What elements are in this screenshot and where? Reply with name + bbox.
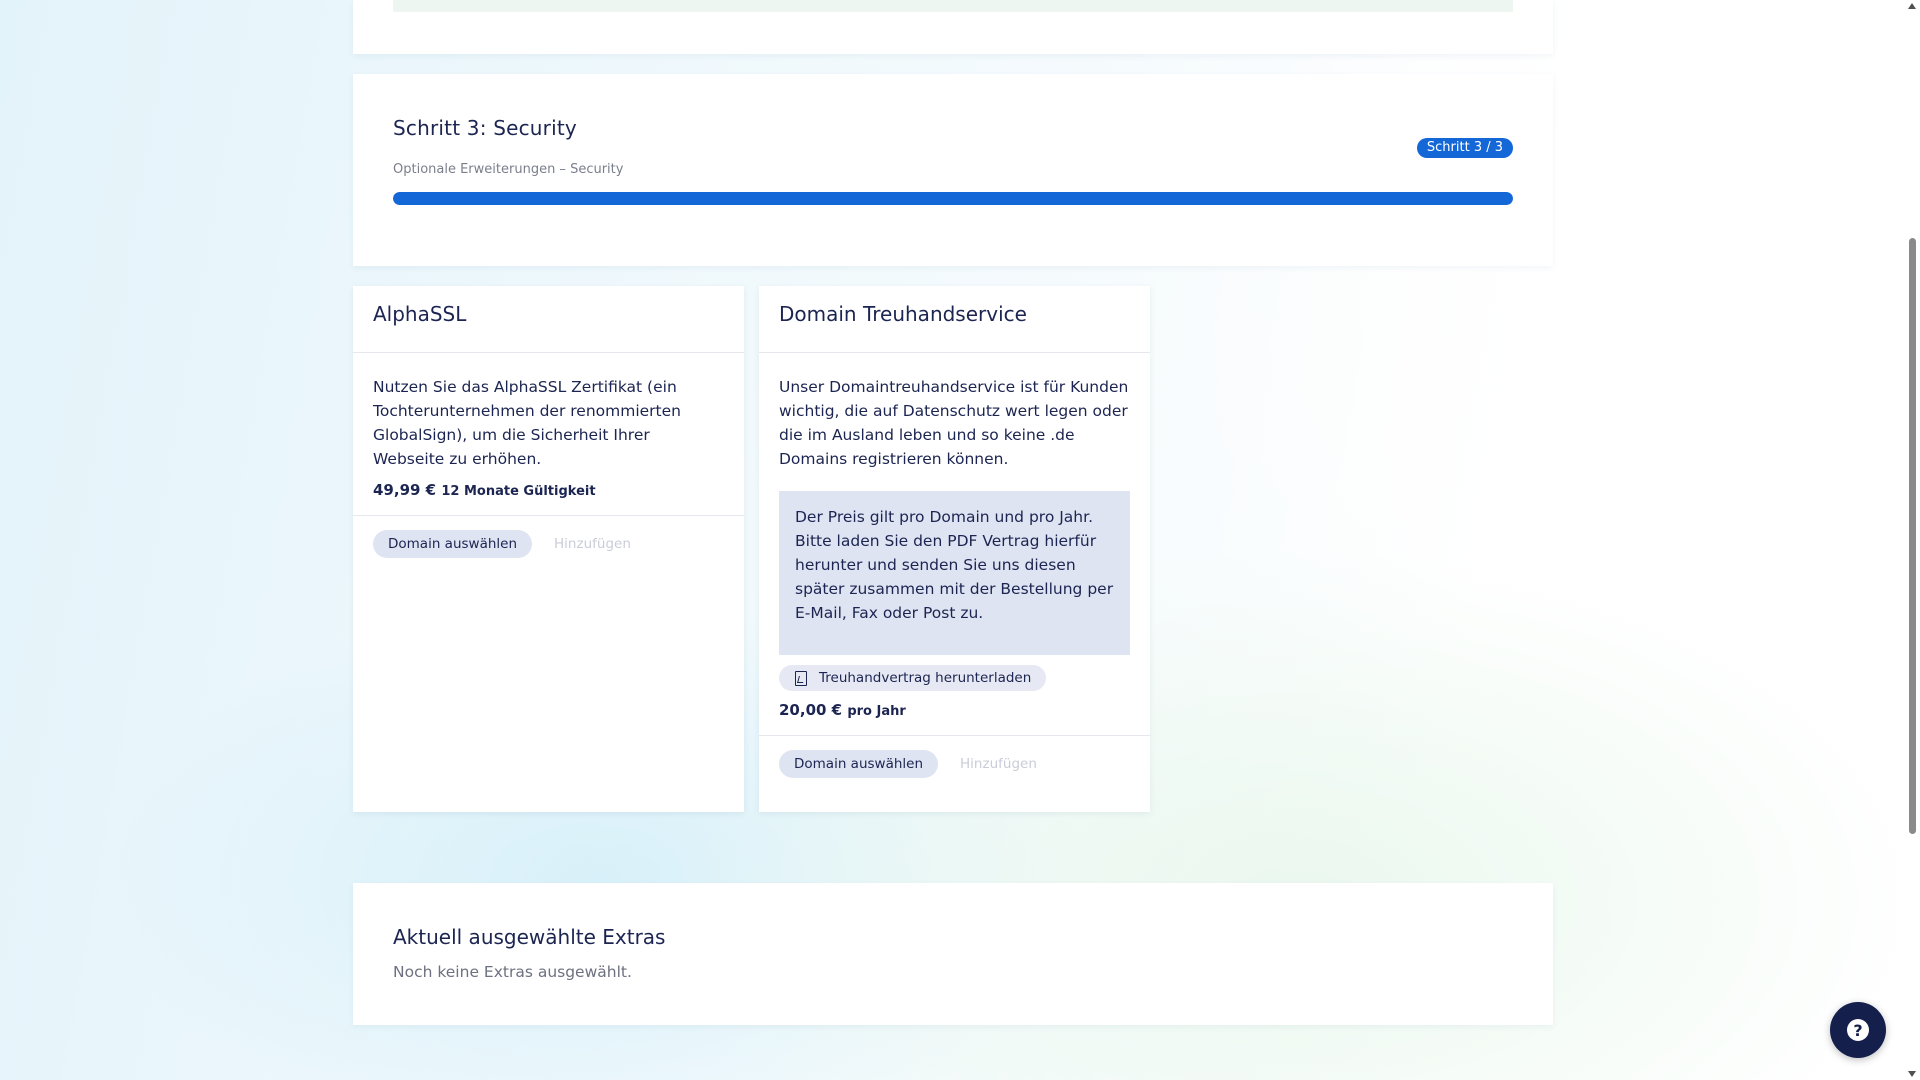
previous-step-panel — [353, 0, 1553, 54]
add-button[interactable]: Hinzufügen — [960, 756, 1037, 772]
scroll-down-arrow-icon[interactable] — [1908, 1071, 1916, 1077]
scroll-up-arrow-icon[interactable] — [1908, 3, 1916, 9]
question-icon: ? — [1847, 1019, 1869, 1041]
add-button[interactable]: Hinzufügen — [554, 536, 631, 552]
price-unit: pro Jahr — [847, 704, 906, 719]
step-progress-bar — [393, 192, 1513, 205]
select-domain-button[interactable]: Domain auswählen — [779, 750, 939, 778]
download-contract-button[interactable]: Treuhandvertrag herunterladen — [779, 665, 1047, 691]
price-amount: 49,99 € — [373, 481, 437, 499]
price-unit: 12 Monate Gültigkeit — [441, 484, 596, 499]
extras-empty-text: Noch keine Extras ausgewählt. — [393, 963, 632, 981]
step-progress-fill — [393, 192, 1513, 205]
card-description: Unser Domaintreuhandservice ist für Kund… — [779, 378, 1129, 468]
step-badge: Schritt 3 / 3 — [1416, 138, 1513, 158]
card-title: AlphaSSL — [373, 302, 467, 326]
download-contract-label: Treuhandvertrag herunterladen — [819, 670, 1032, 686]
alphassl-card: AlphaSSL Nutzen Sie das AlphaSSL Zertifi… — [353, 286, 744, 812]
card-title: Domain Treuhandservice — [779, 302, 1027, 326]
step-subtitle: Optionale Erweiterungen – Security — [393, 162, 624, 177]
card-header: AlphaSSL — [353, 286, 744, 353]
card-description: Nutzen Sie das AlphaSSL Zertifikat (ein … — [373, 378, 681, 468]
previous-step-strip — [393, 0, 1513, 12]
selected-extras-panel: Aktuell ausgewählte Extras Noch keine Ex… — [353, 883, 1553, 1025]
pdf-icon — [795, 670, 807, 686]
card-body: Nutzen Sie das AlphaSSL Zertifikat (ein … — [353, 353, 744, 515]
step-panel: Schritt 3: Security Optionale Erweiterun… — [353, 74, 1553, 266]
extras-title: Aktuell ausgewählte Extras — [393, 925, 666, 949]
scrollbar-thumb[interactable] — [1909, 238, 1916, 834]
card-footer: Domain auswählen Hinzufügen — [759, 735, 1150, 792]
select-domain-button[interactable]: Domain auswählen — [373, 530, 533, 558]
card-header: Domain Treuhandservice — [759, 286, 1150, 353]
domain-trust-card: Domain Treuhandservice Unser Domaintreuh… — [759, 286, 1150, 812]
step-title: Schritt 3: Security — [393, 116, 577, 140]
card-footer: Domain auswählen Hinzufügen — [353, 515, 744, 572]
card-body: Unser Domaintreuhandservice ist für Kund… — [759, 353, 1150, 735]
card-price: 49,99 € 12 Monate Gültigkeit — [373, 481, 724, 499]
card-price: 20,00 € pro Jahr — [779, 701, 1130, 719]
price-amount: 20,00 € — [779, 701, 843, 719]
page-scrollbar[interactable] — [1904, 0, 1920, 1080]
info-box: Der Preis gilt pro Domain und pro Jahr. … — [779, 491, 1130, 655]
help-button[interactable]: ? — [1830, 1002, 1886, 1058]
